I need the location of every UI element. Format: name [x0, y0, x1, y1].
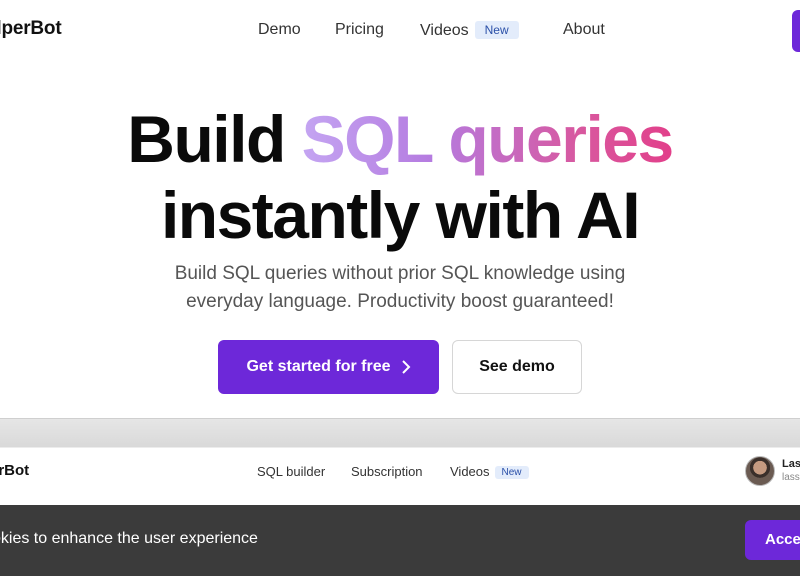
preview-brand: erBot — [0, 462, 30, 479]
preview-link-videos-label: Videos — [450, 464, 490, 479]
nav-link-videos-label: Videos — [420, 22, 469, 39]
hero-title-gradient: SQL queries — [301, 102, 675, 176]
cookie-banner-text: okies to enhance the user experience — [0, 530, 258, 547]
nav-link-demo[interactable]: Demo — [258, 21, 301, 39]
hero-title-plain: Build — [127, 102, 286, 176]
preview-user-email: lass — [782, 472, 800, 483]
nav-link-about[interactable]: About — [563, 21, 605, 39]
avatar[interactable] — [745, 456, 775, 486]
preview-link-videos[interactable]: Videos New — [450, 464, 529, 479]
preview-link-subscription[interactable]: Subscription — [351, 464, 423, 479]
preview-new-badge: New — [494, 466, 529, 479]
preview-link-sql-builder[interactable]: SQL builder — [257, 464, 325, 479]
get-started-label: Get started for free — [246, 358, 391, 375]
cookie-accept-button[interactable]: Accep — [745, 520, 800, 560]
get-started-button[interactable]: Get started for free — [218, 340, 439, 394]
hero-subtitle-line2: everyday language. Productivity boost gu… — [186, 291, 614, 312]
nav-link-videos[interactable]: Videos New — [420, 21, 519, 40]
nav-cta-button[interactable] — [792, 10, 800, 52]
preview-user-name: Lass — [782, 458, 800, 470]
hero-title-line2: instantly with AI — [160, 178, 641, 252]
hero-subtitle-line1: Build SQL queries without prior SQL know… — [174, 263, 626, 284]
hero-title-line1: Build SQL queries — [0, 106, 800, 172]
nav-link-pricing[interactable]: Pricing — [335, 21, 384, 39]
see-demo-button[interactable]: See demo — [452, 340, 582, 394]
new-badge: New — [474, 21, 519, 39]
chevron-right-icon — [401, 360, 410, 374]
top-nav: elperBot Demo Pricing Videos New About — [0, 0, 800, 64]
brand-logo-text[interactable]: elperBot — [0, 18, 62, 40]
